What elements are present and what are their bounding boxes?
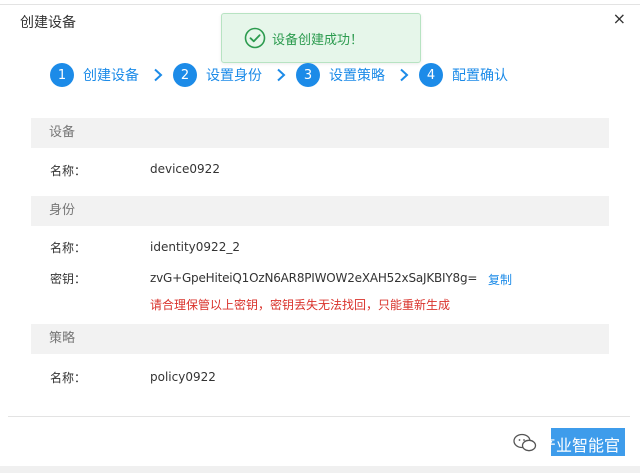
step-indicator: 1 创建设备 2 设置身份 3 设置策略 4 配置确认	[50, 62, 508, 88]
chevron-right-icon	[277, 68, 286, 82]
chevron-right-icon	[400, 68, 409, 82]
identity-key-label: 密钥：	[50, 272, 87, 286]
window-bottom-edge	[0, 466, 640, 473]
watermark-text: 产业智能官	[540, 436, 621, 455]
step-number: 1	[50, 63, 74, 87]
device-name-label: 名称：	[50, 164, 87, 178]
section-header-device: 设备	[31, 118, 609, 148]
copy-key-link[interactable]: 复制	[488, 271, 512, 288]
identity-name-label: 名称：	[50, 241, 87, 255]
step-label: 设置策略	[329, 68, 385, 84]
step-label: 创建设备	[83, 68, 139, 84]
toast-message: 设备创建成功！	[272, 32, 364, 48]
step-4: 4 配置确认	[419, 63, 508, 87]
close-button[interactable]: ×	[613, 10, 626, 28]
window-top-edge	[0, 0, 640, 5]
step-label: 设置身份	[206, 68, 262, 84]
key-warning-text: 请合理保管以上密钥，密钥丢失无法找回，只能重新生成	[150, 298, 451, 312]
section-header-policy: 策略	[31, 324, 609, 354]
step-1: 1 创建设备	[50, 63, 139, 87]
section-header-identity: 身份	[31, 196, 609, 226]
policy-name-value: policy0922	[150, 370, 216, 384]
policy-name-label: 名称：	[50, 371, 87, 385]
step-number: 3	[296, 63, 320, 87]
step-label: 配置确认	[452, 68, 508, 84]
step-number: 2	[173, 63, 197, 87]
wechat-bubble-icon	[513, 433, 537, 452]
success-toast: 设备创建成功！	[221, 13, 421, 63]
chevron-right-icon	[154, 68, 163, 82]
step-2: 2 设置身份	[173, 63, 262, 87]
step-3: 3 设置策略	[296, 63, 385, 87]
identity-key-value: zvG+GpeHiteiQ1OzN6AR8PIWOW2eXAH52xSaJKBI…	[150, 271, 478, 285]
dialog-title: 创建设备	[20, 15, 76, 31]
step-number: 4	[419, 63, 443, 87]
footer-divider	[8, 416, 630, 417]
check-circle-icon	[244, 27, 266, 49]
device-name-value: device0922	[150, 162, 220, 176]
identity-name-value: identity0922_2	[150, 240, 240, 254]
